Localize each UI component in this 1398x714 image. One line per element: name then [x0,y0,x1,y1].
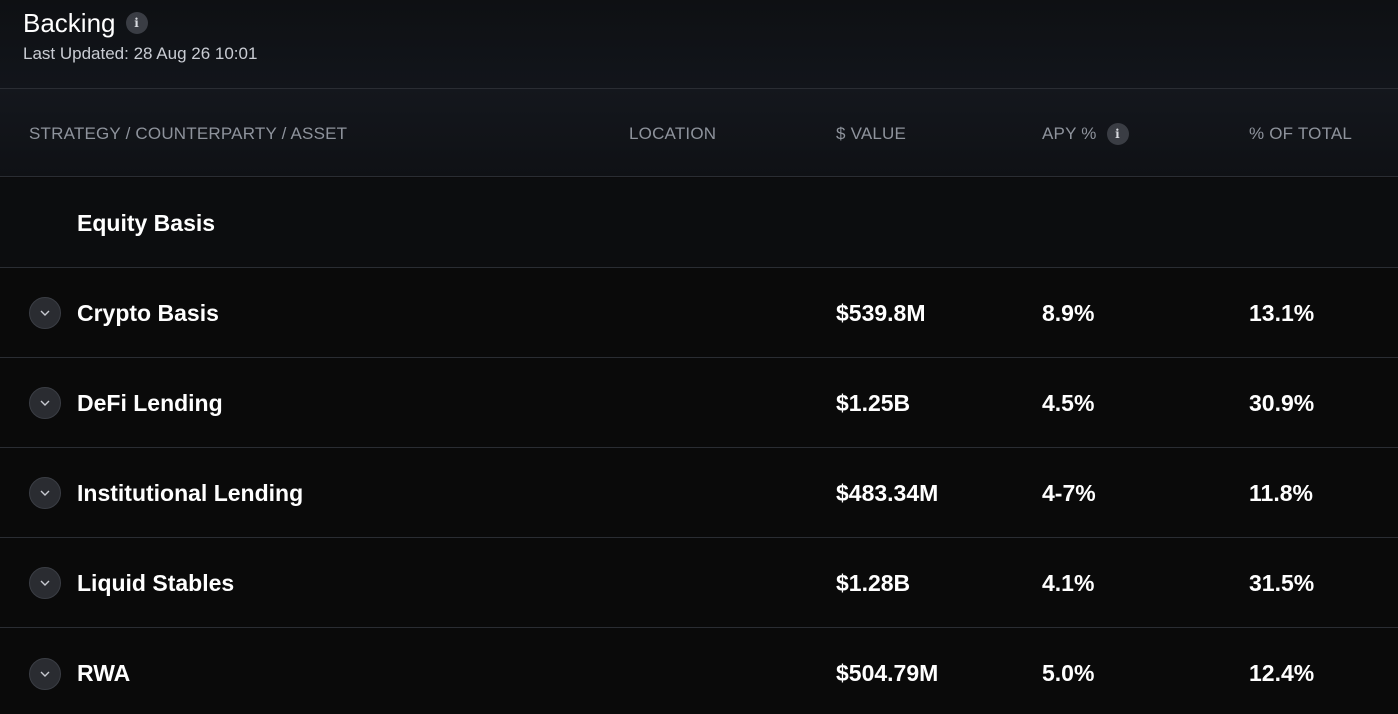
column-header-strategy: STRATEGY / COUNTERPARTY / ASSET [29,123,348,143]
chevron-down-icon[interactable] [29,477,61,509]
column-header-apy: APY % i [1042,89,1129,178]
row-apy: 4.5% [1042,389,1095,416]
row-pct-total: 31.5% [1249,569,1315,596]
row-value: $1.25B [836,389,911,416]
apy-info-icon[interactable]: i [1106,122,1129,145]
chevron-down-icon[interactable] [29,387,61,419]
row-value: $539.8M [836,299,926,326]
row-value: $483.34M [836,479,939,506]
table-row[interactable]: RWA $504.79M 5.0% 12.4% [0,628,1398,714]
page-title: Backing [23,8,116,38]
column-header-apy-label: APY % [1042,123,1097,143]
chevron-down-icon[interactable] [29,297,61,329]
row-apy: 4.1% [1042,569,1095,596]
table-row[interactable]: DeFi Lending $1.25B 4.5% 30.9% [0,358,1398,448]
row-strategy-name: Liquid Stables [77,569,235,596]
row-pct-total: 30.9% [1249,389,1315,416]
row-pct-total: 11.8% [1249,479,1313,506]
row-strategy-name: RWA [77,659,131,686]
row-value: $504.79M [836,659,939,686]
last-updated-text: Last Updated: 28 Aug 26 10:01 [23,44,258,63]
table-header: STRATEGY / COUNTERPARTY / ASSET LOCATION… [0,88,1398,177]
row-strategy-name: DeFi Lending [77,389,223,416]
row-pct-total: 13.1% [1249,299,1315,326]
panel-header: Backing i Last Updated: 28 Aug 26 10:01 [0,0,1398,88]
title-row: Backing i [23,8,148,38]
info-icon[interactable]: i [125,12,148,34]
column-header-value: $ VALUE [836,123,907,143]
row-apy: 4-7% [1042,479,1096,506]
row-strategy-name: Crypto Basis [77,299,219,326]
column-header-location: LOCATION [629,123,717,143]
table-row[interactable]: Institutional Lending $483.34M 4-7% 11.8… [0,448,1398,538]
row-apy: 8.9% [1042,299,1095,326]
table-row[interactable]: Liquid Stables $1.28B 4.1% 31.5% [0,538,1398,628]
chevron-down-icon[interactable] [29,658,61,690]
row-pct-total: 12.4% [1249,659,1315,686]
group-label: Equity Basis [77,209,216,236]
column-header-pct-total: % OF TOTAL [1249,123,1353,143]
row-strategy-name: Institutional Lending [77,479,304,506]
table-row[interactable]: Crypto Basis $539.8M 8.9% 13.1% [0,268,1398,358]
row-apy: 5.0% [1042,659,1095,686]
chevron-down-icon[interactable] [29,567,61,599]
group-row: Equity Basis [0,178,1398,268]
row-value: $1.28B [836,569,911,596]
backing-panel: Backing i Last Updated: 28 Aug 26 10:01 … [0,0,1398,714]
